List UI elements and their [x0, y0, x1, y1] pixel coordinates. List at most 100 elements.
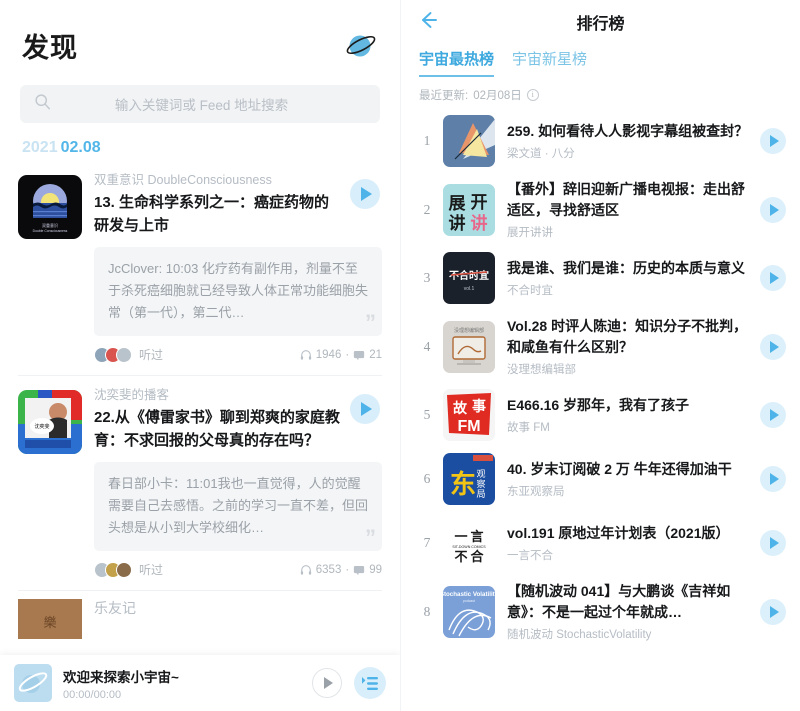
- play-button[interactable]: [350, 179, 380, 209]
- episode-title: Vol.28 时评人陈迪：知识分子不批判，和咸鱼有什么区别？: [507, 318, 748, 355]
- player-time: 00:00/00:00: [63, 688, 122, 701]
- player-meta: 欢迎来探索小宇宙~ 00:00/00:00: [63, 666, 312, 701]
- play-icon: [770, 135, 779, 147]
- episode-cover[interactable]: 展 开 讲 讲: [443, 183, 495, 236]
- podcast-name: 梁文道 · 八分: [507, 148, 575, 160]
- feed-card[interactable]: 双重意识 Double Consciousness 双重意识 DoubleCon…: [0, 161, 400, 367]
- rank-number: 4: [423, 338, 431, 354]
- play-icon: [361, 187, 372, 201]
- discover-header: 发现: [0, 0, 400, 65]
- svg-text:察: 察: [476, 478, 485, 489]
- play-button[interactable]: [760, 466, 786, 492]
- date-day: 02.08: [60, 139, 101, 156]
- ranking-row[interactable]: 2 展 开 讲 讲 【番外】辞旧迎新广播电视报：走出舒适区，寻找舒适区 展开讲讲: [401, 173, 800, 246]
- svg-text:开: 开: [471, 193, 488, 212]
- episode-title: 【随机波动 041】与大鹏谈《吉祥如意》：不是一起过个年就成…: [507, 583, 731, 620]
- play-count: 1946: [315, 348, 342, 361]
- comment-count: 99: [369, 563, 382, 576]
- feed-card[interactable]: 沈奕斐 沈奕斐的播客 22.从《傅雷家书》聊到郑爽的家庭教育：不求回报的父母真的…: [0, 376, 400, 582]
- playlist-button[interactable]: [354, 667, 386, 699]
- ranking-row[interactable]: 8 Stochastic Volatility podcast 【随机波动 04…: [401, 575, 800, 648]
- ranking-row[interactable]: 5 故 事 FM E466.16 岁那年，我有了孩子 故事 FM: [401, 383, 800, 447]
- search-input[interactable]: 输入关键词或 Feed 地址搜索: [20, 85, 380, 123]
- ranking-text: vol.191 原地过年计划表（2021版） 一言不合: [507, 523, 752, 563]
- episode-cover[interactable]: 沈奕斐: [18, 390, 82, 454]
- episode-cover[interactable]: 故 事 FM: [443, 389, 495, 441]
- rank-number: 7: [423, 535, 431, 550]
- feed-card-body: 乐友记: [94, 599, 382, 639]
- episode-cover[interactable]: 东 观 察 局: [443, 453, 495, 505]
- episode-title: 我是谁、我们是谁：历史的本质与意义: [507, 260, 745, 276]
- svg-text:双重意识: 双重意识: [42, 222, 58, 228]
- rank-number: 3: [423, 270, 431, 285]
- episode-cover[interactable]: Stochastic Volatility podcast: [443, 585, 495, 638]
- playlist-icon: [361, 676, 378, 690]
- stat-separator: ·: [345, 563, 350, 576]
- ranking-row[interactable]: 1 259. 如何看待人人影视字幕组被查封？ 梁文道 · 八分: [401, 109, 800, 173]
- ranking-row[interactable]: 7 一 言 不 合 SIT-DOWN COMICS vol.191 原地过年计划…: [401, 511, 800, 575]
- play-icon: [324, 677, 333, 689]
- player-play-button[interactable]: [312, 668, 342, 698]
- app-screen: 发现 输入关键词或 Feed 地址搜索 2021 02.08 双重意识 Doub…: [0, 0, 800, 711]
- comment-quote[interactable]: 春日部小卡：11:01我也一直觉得，人的觉醒需要自己去感悟。之前的学习一直不差，…: [94, 462, 382, 551]
- rank-number: 1: [423, 133, 431, 148]
- play-button[interactable]: [760, 196, 786, 223]
- episode-title: E466.16 岁那年，我有了孩子: [507, 397, 690, 413]
- ranking-list: 1 259. 如何看待人人影视字幕组被查封？ 梁文道 · 八分 2 展 开 讲 …: [401, 103, 800, 648]
- feed-card-partial[interactable]: 樂 乐友记: [0, 591, 400, 639]
- play-button[interactable]: [760, 530, 786, 556]
- stat-separator: ·: [345, 348, 350, 361]
- episode-cover[interactable]: 没理想编辑部: [443, 320, 495, 373]
- ranking-row[interactable]: 3 不合时宜 vol.1 我是谁、我们是谁：历史的本质与意义 不合时宜: [401, 246, 800, 310]
- svg-text:vol.1: vol.1: [464, 286, 475, 292]
- play-button[interactable]: [760, 333, 786, 360]
- back-arrow-icon[interactable]: [417, 9, 439, 36]
- updated-date: 02月08日: [473, 90, 522, 102]
- planet-icon[interactable]: [344, 29, 378, 63]
- play-icon: [361, 402, 372, 416]
- date-year: 2021: [22, 139, 58, 156]
- svg-text:局: 局: [476, 489, 485, 499]
- svg-text:展: 展: [449, 194, 466, 213]
- ranking-text: E466.16 岁那年，我有了孩子 故事 FM: [507, 395, 752, 435]
- discover-pane: 发现 输入关键词或 Feed 地址搜索 2021 02.08 双重意识 Doub…: [0, 0, 400, 711]
- episode-cover[interactable]: 一 言 不 合 SIT-DOWN COMICS: [443, 517, 495, 569]
- ranking-pane: 排行榜 宇宙最热榜 宇宙新星榜 最近更新: 02月08日 i 1 259. 如何…: [400, 0, 800, 711]
- listened-label: 听过: [139, 348, 164, 362]
- player-cover[interactable]: [14, 664, 52, 702]
- ranking-row[interactable]: 4 没理想编辑部 Vol.28 时评人陈迪：知识分子不批判，和咸鱼有什么区别？ …: [401, 310, 800, 383]
- headphone-icon: [300, 349, 311, 360]
- episode-cover[interactable]: [443, 115, 495, 167]
- play-button[interactable]: [350, 394, 380, 424]
- tab-hottest[interactable]: 宇宙最热榜: [419, 48, 495, 77]
- ranking-title: 排行榜: [576, 16, 625, 33]
- ranking-text: Vol.28 时评人陈迪：知识分子不批判，和咸鱼有什么区别？ 没理想编辑部: [507, 316, 752, 377]
- feed-card-body: 沈奕斐的播客 22.从《傅雷家书》聊到郑爽的家庭教育：不求回报的父母真的存在吗？…: [94, 386, 382, 582]
- svg-text:没理想编辑部: 没理想编辑部: [454, 327, 484, 334]
- search-placeholder: 输入关键词或 Feed 地址搜索: [114, 98, 289, 113]
- episode-title: 259. 如何看待人人影视字幕组被查封？: [507, 123, 749, 139]
- podcast-name: 乐友记: [94, 600, 136, 616]
- episode-cover[interactable]: 双重意识 Double Consciousness: [18, 175, 82, 239]
- listener-avatars[interactable]: [94, 346, 132, 363]
- play-button[interactable]: [760, 402, 786, 428]
- listened-label: 听过: [139, 563, 164, 577]
- podcast-name: 双重意识 DoubleConsciousness: [94, 173, 272, 187]
- episode-cover[interactable]: 樂: [18, 599, 82, 639]
- podcast-name: 不合时宜: [507, 285, 553, 297]
- play-button[interactable]: [760, 598, 786, 625]
- play-button[interactable]: [760, 265, 786, 291]
- comment-quote[interactable]: JcClover: 10:03 化疗药有副作用，剂量不至于杀死癌细胞就已经导致人…: [94, 247, 382, 336]
- avatar: [116, 346, 132, 363]
- ranking-row[interactable]: 6 东 观 察 局 40. 岁末订阅破 2 万 牛年还得加油干 东亚观察局: [401, 447, 800, 511]
- feed-card-text: 沈奕斐的播客 22.从《傅雷家书》聊到郑爽的家庭教育：不求回报的父母真的存在吗？: [94, 386, 342, 452]
- tab-rising[interactable]: 宇宙新星榜: [512, 48, 587, 75]
- play-button[interactable]: [760, 128, 786, 154]
- feed-card-text: 双重意识 DoubleConsciousness 13. 生命科学系列之一：癌症…: [94, 171, 342, 237]
- feed-card-body: 双重意识 DoubleConsciousness 13. 生命科学系列之一：癌症…: [94, 171, 382, 367]
- listener-avatars[interactable]: [94, 561, 132, 578]
- svg-text:讲: 讲: [449, 213, 466, 233]
- episode-cover[interactable]: 不合时宜 vol.1: [443, 252, 495, 304]
- ranking-text: 40. 岁末订阅破 2 万 牛年还得加油干 东亚观察局: [507, 459, 752, 499]
- info-icon[interactable]: i: [526, 89, 539, 101]
